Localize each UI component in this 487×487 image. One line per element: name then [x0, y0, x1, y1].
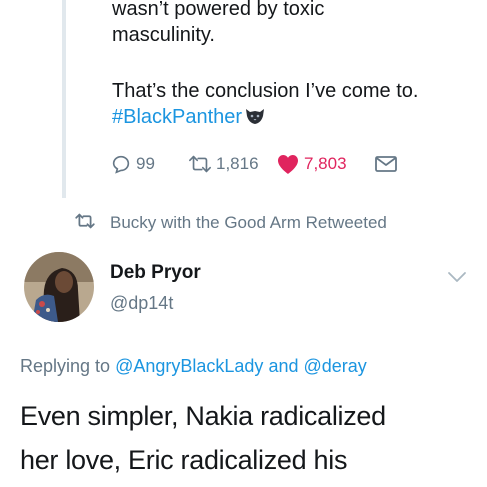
retweet-button[interactable]: 1,816	[188, 154, 276, 174]
tweet-text-line: masculinity.	[112, 24, 215, 46]
envelope-icon	[374, 154, 398, 174]
hashtag-link[interactable]: #BlackPanther	[112, 106, 242, 128]
tweet-body: Even simpler, Nakia radicalized her love…	[20, 394, 480, 482]
reply-context: Replying to @AngryBlackLady and @deray	[20, 356, 367, 377]
reply-context-joiner: and	[268, 356, 299, 376]
hashtag-line: #BlackPanther	[112, 104, 472, 130]
tweet-text-line: wasn’t powered by toxic	[112, 0, 325, 20]
tweet-text-line: That’s the conclusion I’ve come to.	[112, 80, 419, 102]
direct-message-button[interactable]	[374, 154, 398, 174]
reply-count: 99	[136, 154, 155, 173]
black-panther-hashflag-icon	[244, 106, 266, 126]
mention-link[interactable]: @AngryBlackLady	[115, 356, 263, 376]
heart-icon	[276, 153, 300, 175]
thread-connector-line	[62, 0, 66, 198]
tweet-thread-view: wasn’t powered by toxic masculinity. Tha…	[0, 0, 487, 487]
tweet-body-line: Even simpler, Nakia radicalized	[20, 401, 386, 431]
retweet-icon	[188, 154, 212, 174]
retweet-icon	[74, 213, 96, 234]
like-count: 7,803	[304, 154, 347, 173]
avatar[interactable]	[24, 252, 94, 322]
tweet-body-line: her love, Eric radicalized his	[20, 445, 348, 475]
author-name[interactable]: Deb Pryor	[110, 262, 201, 284]
author-handle[interactable]: @dp14t	[110, 293, 173, 314]
like-button[interactable]: 7,803	[276, 153, 374, 175]
chevron-down-icon[interactable]	[446, 270, 468, 284]
mention-link[interactable]: @deray	[304, 356, 367, 376]
tweet-action-bar: 99 1,816 7,803	[110, 150, 398, 178]
comment-icon	[110, 153, 132, 175]
reply-context-prefix: Replying to	[20, 356, 111, 376]
retweet-count: 1,816	[216, 154, 259, 173]
reply-button[interactable]: 99	[110, 153, 188, 175]
quoted-tweet-text: wasn’t powered by toxic masculinity. Tha…	[112, 0, 472, 130]
retweet-banner-text: Bucky with the Good Arm Retweeted	[110, 213, 387, 232]
retweet-banner[interactable]: Bucky with the Good Arm Retweeted	[74, 212, 387, 234]
